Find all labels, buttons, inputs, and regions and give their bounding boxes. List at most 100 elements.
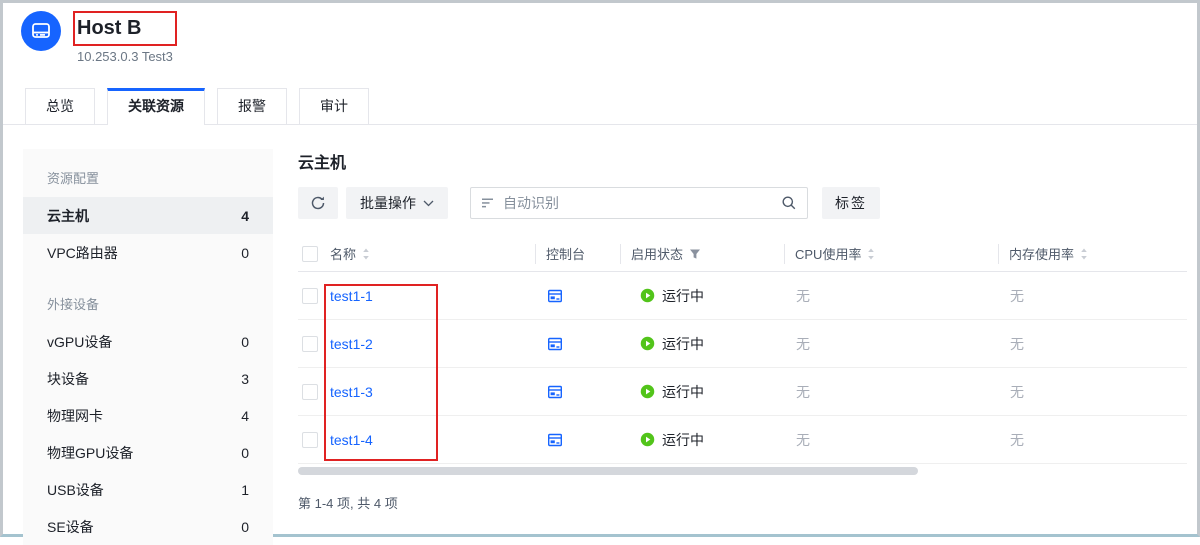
- filter-funnel-icon[interactable]: [689, 248, 701, 260]
- column-label: 启用状态: [631, 244, 683, 263]
- console-cell: [535, 288, 620, 304]
- console-icon: [547, 432, 563, 448]
- sidebar-item-label: 物理GPU设备: [47, 443, 133, 463]
- sidebar-item-count: 4: [241, 408, 249, 424]
- sidebar-item-count: 1: [241, 482, 249, 498]
- running-status-icon: [640, 336, 655, 351]
- refresh-button[interactable]: [298, 187, 338, 219]
- table-row: test1-3 运行中: [298, 368, 1187, 416]
- running-status-icon: [640, 288, 655, 303]
- pagination-summary: 第 1-4 项, 共 4 项: [298, 493, 1187, 512]
- row-checkbox[interactable]: [302, 432, 318, 448]
- vm-name-link[interactable]: test1-3: [330, 384, 373, 400]
- sidebar-section-resource-config: 资源配置: [23, 161, 273, 197]
- memory-cell: 无: [998, 286, 1187, 306]
- row-checkbox-cell: [298, 432, 330, 448]
- host-ip-cluster: 10.253.0.3 Test3: [77, 49, 173, 64]
- sidebar-item-label: vGPU设备: [47, 332, 112, 352]
- state-cell: 运行中: [620, 382, 784, 402]
- sidebar-item-count: 0: [241, 445, 249, 461]
- name-cell: test1-4: [330, 432, 535, 448]
- sidebar-item-se[interactable]: SE设备 0: [23, 508, 273, 545]
- column-header-memory[interactable]: 内存使用率: [998, 244, 1187, 264]
- sidebar-item-vgpu[interactable]: vGPU设备 0: [23, 323, 273, 360]
- column-header-name[interactable]: 名称: [330, 244, 535, 264]
- sidebar-item-block-device[interactable]: 块设备 3: [23, 360, 273, 397]
- row-checkbox[interactable]: [302, 288, 318, 304]
- console-icon: [547, 384, 563, 400]
- state-cell: 运行中: [620, 334, 784, 354]
- tab-related-resources[interactable]: 关联资源: [107, 88, 205, 124]
- sidebar-item-count: 4: [241, 208, 249, 224]
- page-header: Host B 10.253.0.3 Test3: [3, 3, 1197, 88]
- sidebar-item-usb[interactable]: USB设备 1: [23, 471, 273, 508]
- main-content: 云主机 批量操作: [298, 149, 1187, 512]
- sidebar-section-external-devices: 外接设备: [23, 287, 273, 323]
- table-row: test1-1 运行中: [298, 272, 1187, 320]
- column-header-cpu[interactable]: CPU使用率: [784, 244, 998, 264]
- state-label: 运行中: [662, 382, 704, 402]
- sidebar-item-label: USB设备: [47, 480, 104, 500]
- page-title: Host B: [77, 15, 173, 41]
- cpu-cell: 无: [784, 382, 998, 402]
- sidebar-item-count: 3: [241, 371, 249, 387]
- host-drive-icon: [29, 19, 53, 43]
- table-row: test1-2 运行中: [298, 320, 1187, 368]
- tab-alerts[interactable]: 报警: [217, 88, 287, 124]
- state-cell: 运行中: [620, 286, 784, 306]
- tab-bar: 总览 关联资源 报警 审计: [3, 88, 1197, 125]
- content-title: 云主机: [298, 149, 1187, 173]
- column-label: CPU使用率: [795, 244, 861, 263]
- vm-name-link[interactable]: test1-2: [330, 336, 373, 352]
- cpu-cell: 无: [784, 286, 998, 306]
- tab-overview[interactable]: 总览: [25, 88, 95, 124]
- tag-button[interactable]: 标签: [822, 187, 880, 219]
- console-button[interactable]: [547, 336, 563, 352]
- host-detail-page: { "header": { "title": "Host B", "subtit…: [0, 0, 1200, 537]
- row-checkbox[interactable]: [302, 384, 318, 400]
- body-row: 资源配置 云主机 4 VPC路由器 0 外接设备 vGPU设备 0 块设备 3 …: [3, 125, 1197, 545]
- console-button[interactable]: [547, 288, 563, 304]
- vm-name-link[interactable]: test1-4: [330, 432, 373, 448]
- console-cell: [535, 384, 620, 400]
- sort-icon[interactable]: [867, 248, 875, 260]
- sort-icon[interactable]: [362, 248, 370, 260]
- console-button[interactable]: [547, 432, 563, 448]
- search-box: [470, 187, 808, 219]
- console-icon: [547, 288, 563, 304]
- search-icon[interactable]: [781, 195, 797, 211]
- host-head-text: Host B 10.253.0.3 Test3: [77, 11, 173, 88]
- host-avatar: [21, 11, 61, 51]
- tab-audit[interactable]: 审计: [299, 88, 369, 124]
- sidebar-item-label: VPC路由器: [47, 243, 118, 263]
- memory-cell: 无: [998, 430, 1187, 450]
- state-label: 运行中: [662, 334, 704, 354]
- search-input[interactable]: [503, 195, 781, 211]
- column-header-state[interactable]: 启用状态: [620, 244, 784, 264]
- column-label: 内存使用率: [1009, 244, 1074, 263]
- name-cell: test1-3: [330, 384, 535, 400]
- state-label: 运行中: [662, 430, 704, 450]
- sidebar-item-physical-gpu[interactable]: 物理GPU设备 0: [23, 434, 273, 471]
- cpu-cell: 无: [784, 430, 998, 450]
- sort-icon[interactable]: [1080, 248, 1088, 260]
- select-all-checkbox[interactable]: [302, 246, 318, 262]
- filter-lines-icon: [481, 197, 495, 209]
- row-checkbox-cell: [298, 288, 330, 304]
- column-label: 控制台: [546, 244, 585, 263]
- sidebar-item-physical-nic[interactable]: 物理网卡 4: [23, 397, 273, 434]
- state-cell: 运行中: [620, 430, 784, 450]
- console-button[interactable]: [547, 384, 563, 400]
- horizontal-scrollbar[interactable]: [298, 467, 918, 475]
- chevron-down-icon: [423, 200, 434, 207]
- row-checkbox[interactable]: [302, 336, 318, 352]
- bulk-action-button[interactable]: 批量操作: [346, 187, 448, 219]
- sidebar-item-label: 物理网卡: [47, 406, 103, 426]
- sidebar-item-vpc-router[interactable]: VPC路由器 0: [23, 234, 273, 271]
- vm-name-link[interactable]: test1-1: [330, 288, 373, 304]
- row-checkbox-cell: [298, 336, 330, 352]
- resource-sidebar: 资源配置 云主机 4 VPC路由器 0 外接设备 vGPU设备 0 块设备 3 …: [23, 149, 273, 545]
- sidebar-item-vm[interactable]: 云主机 4: [23, 197, 273, 234]
- sidebar-item-count: 0: [241, 519, 249, 535]
- column-header-console: 控制台: [535, 244, 620, 264]
